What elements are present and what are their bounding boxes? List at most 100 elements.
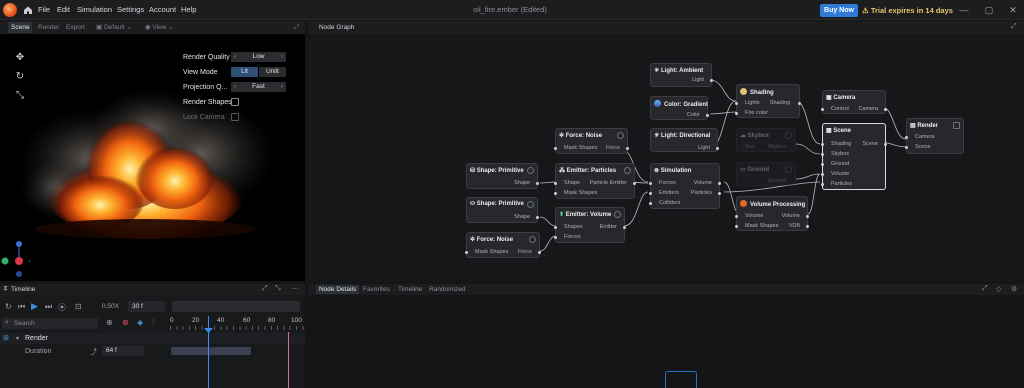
duration-bar[interactable] (171, 347, 251, 355)
menu-account[interactable]: Account (149, 5, 176, 14)
view-menu[interactable]: ◉ View ⌄ (142, 22, 177, 33)
node-volume-processing[interactable]: Volume Processing Volume Volume Mask Sha… (735, 196, 809, 231)
render-shapes-checkbox[interactable] (231, 98, 239, 106)
port-ground-in-dot[interactable] (821, 163, 824, 166)
record-icon[interactable]: ⦿ (58, 302, 66, 313)
view-mode-lit[interactable]: Lit (231, 67, 258, 77)
port-vdb-out-dot[interactable] (806, 225, 809, 228)
node-shape-primitive[interactable]: ⬭ Shape: Primitive Shape (466, 197, 539, 223)
menu-help[interactable]: Help (181, 5, 196, 14)
node-render[interactable]: ▤ Render Camera Scene (905, 118, 964, 154)
expand-icon[interactable]: ⤢ (262, 285, 268, 293)
tab-scene[interactable]: Scene (8, 22, 33, 33)
port-mask-in-dot[interactable] (554, 147, 557, 150)
camera-select[interactable]: ▣ Default ⌄ (93, 22, 135, 33)
step-back-icon[interactable]: ⏮ (18, 302, 25, 312)
close-icon[interactable]: ✕ (1007, 4, 1019, 16)
playback-speed[interactable]: 0.50X (102, 303, 119, 310)
frame-rate-field[interactable]: 30 f (128, 301, 165, 312)
duration-field[interactable]: 64 f (102, 346, 144, 356)
scale-tool-icon[interactable]: ⤡ (14, 90, 26, 102)
port-camera-in-dot[interactable] (905, 136, 908, 139)
expand-icon[interactable] (953, 122, 960, 129)
port-volume-in-dot[interactable] (735, 215, 738, 218)
timeline-ruler[interactable]: 0 20 40 60 80 100 (170, 316, 305, 332)
move-tool-icon[interactable]: ✥ (14, 52, 26, 64)
scene-viewport[interactable]: ✥ ↻ ⤡ Render Quality ‹ Low › View Mode Lit… (0, 34, 305, 281)
port-shape-out-dot[interactable] (536, 216, 539, 219)
port-shading-in-dot[interactable] (821, 143, 824, 146)
node-skybox[interactable]: ☁ Skybox Sun Skybox (736, 128, 796, 152)
settings-icon[interactable]: ⚙ (1011, 285, 1017, 293)
chevron-left-icon[interactable]: ‹ (234, 82, 236, 92)
collapse-icon[interactable]: ⤡ (275, 285, 281, 293)
minimize-icon[interactable]: — (958, 4, 970, 16)
node-power-icon[interactable] (527, 167, 534, 174)
node-simulation[interactable]: ⊗ Simulation Forces Volume Emitters Part… (649, 163, 721, 209)
view-mode-unlit[interactable]: Unlit (259, 67, 286, 77)
port-light-out-dot[interactable] (710, 79, 713, 82)
add-track-icon[interactable]: ⊕ (106, 318, 113, 327)
lock-camera-checkbox[interactable] (231, 113, 239, 121)
node-camera[interactable]: ▣ Camera Control Camera (821, 90, 887, 114)
node-color-gradient[interactable]: Color: Gradient Color (650, 96, 709, 120)
range-scrollbar[interactable] (172, 301, 300, 312)
expand-icon[interactable]: ⤢ (982, 285, 988, 293)
port-shape-out-dot[interactable] (536, 182, 539, 185)
node-emitter-volume[interactable]: ⬆ Emitter: Volume Shapes Emitter Forces (554, 207, 626, 243)
node-light-ambient[interactable]: ☀ Light: Ambient Light (650, 63, 713, 87)
port-particles-in-dot[interactable] (821, 183, 824, 186)
node-emitter-particles[interactable]: ⁂ Emitter: Particles Shape Particle Emit… (554, 163, 636, 199)
tab-export[interactable]: Export (63, 22, 88, 33)
node-power-icon[interactable] (527, 201, 534, 208)
port-volume-out-dot[interactable] (806, 215, 809, 218)
node-force-noise[interactable]: ✲ Force: Noise Mask Shapes Force (465, 232, 541, 258)
axis-gizmo[interactable] (0, 239, 30, 281)
node-shape-primitive[interactable]: ⛁ Shape: Primitive Shape (466, 163, 539, 189)
tab-node-details[interactable]: Node Details (316, 285, 360, 294)
keyframe-icon[interactable]: ◈ (137, 318, 143, 327)
speed-icon[interactable]: ⊡ (75, 302, 82, 311)
tab-favorites[interactable]: Favorites (360, 285, 393, 294)
projection-quality-stepper[interactable]: ‹ Fast › (231, 82, 286, 92)
port-forces-in-dot[interactable] (649, 182, 652, 185)
loop-icon[interactable]: ↻ (5, 302, 12, 311)
diamond-icon[interactable]: ◇ (996, 285, 1001, 293)
expand-icon[interactable]: ⤢ (291, 22, 302, 33)
port-scene-in-dot[interactable] (905, 146, 908, 149)
track-row[interactable]: ⊞ ▾ Render (0, 333, 305, 344)
port-particles-out-dot[interactable] (718, 192, 721, 195)
curve-icon[interactable]: ⤴ (90, 347, 97, 357)
port-force-out-dot[interactable] (626, 147, 629, 150)
port-volume-in-dot[interactable] (821, 173, 824, 176)
expand-icon[interactable]: ⤢ (1011, 23, 1017, 31)
port-mask-in-dot[interactable] (735, 225, 738, 228)
property-row[interactable]: Duration ⤴ 64 f (0, 346, 305, 357)
end-marker[interactable] (288, 332, 289, 388)
port-emitter-out-dot[interactable] (623, 226, 626, 229)
port-shape-in-dot[interactable] (554, 182, 557, 185)
port-skybox-in-dot[interactable] (821, 153, 824, 156)
chevron-right-icon[interactable]: › (281, 52, 283, 62)
node-power-icon[interactable] (614, 211, 621, 218)
render-quality-stepper[interactable]: ‹ Low › (231, 52, 286, 62)
port-fire-color-in-dot[interactable] (735, 112, 738, 115)
port-particle-emitter-out-dot[interactable] (633, 182, 636, 185)
menu-edit[interactable]: Edit (57, 5, 70, 14)
chevron-right-icon[interactable]: › (281, 82, 283, 92)
port-colliders-in-dot[interactable] (649, 202, 652, 205)
node-shading[interactable]: Shading Lights Shading Fire color (735, 84, 801, 118)
home-icon[interactable] (22, 4, 34, 16)
node-ground[interactable]: ▭ Ground Ground (736, 162, 796, 186)
node-power-icon[interactable] (624, 167, 631, 174)
port-shading-out-dot[interactable] (798, 102, 801, 105)
port-camera-out-dot[interactable] (884, 108, 887, 111)
node-power-icon[interactable] (529, 236, 536, 243)
port-lights-in-dot[interactable] (735, 102, 738, 105)
filter-icon[interactable]: ⫶ (152, 318, 154, 328)
port-light-out-dot[interactable] (716, 147, 719, 150)
trial-status[interactable]: ⚠ Trial expires in 14 days (862, 4, 953, 17)
port-shapes-in-dot[interactable] (554, 226, 557, 229)
port-force-out-dot[interactable] (538, 251, 541, 254)
node-power-icon[interactable] (617, 132, 624, 139)
